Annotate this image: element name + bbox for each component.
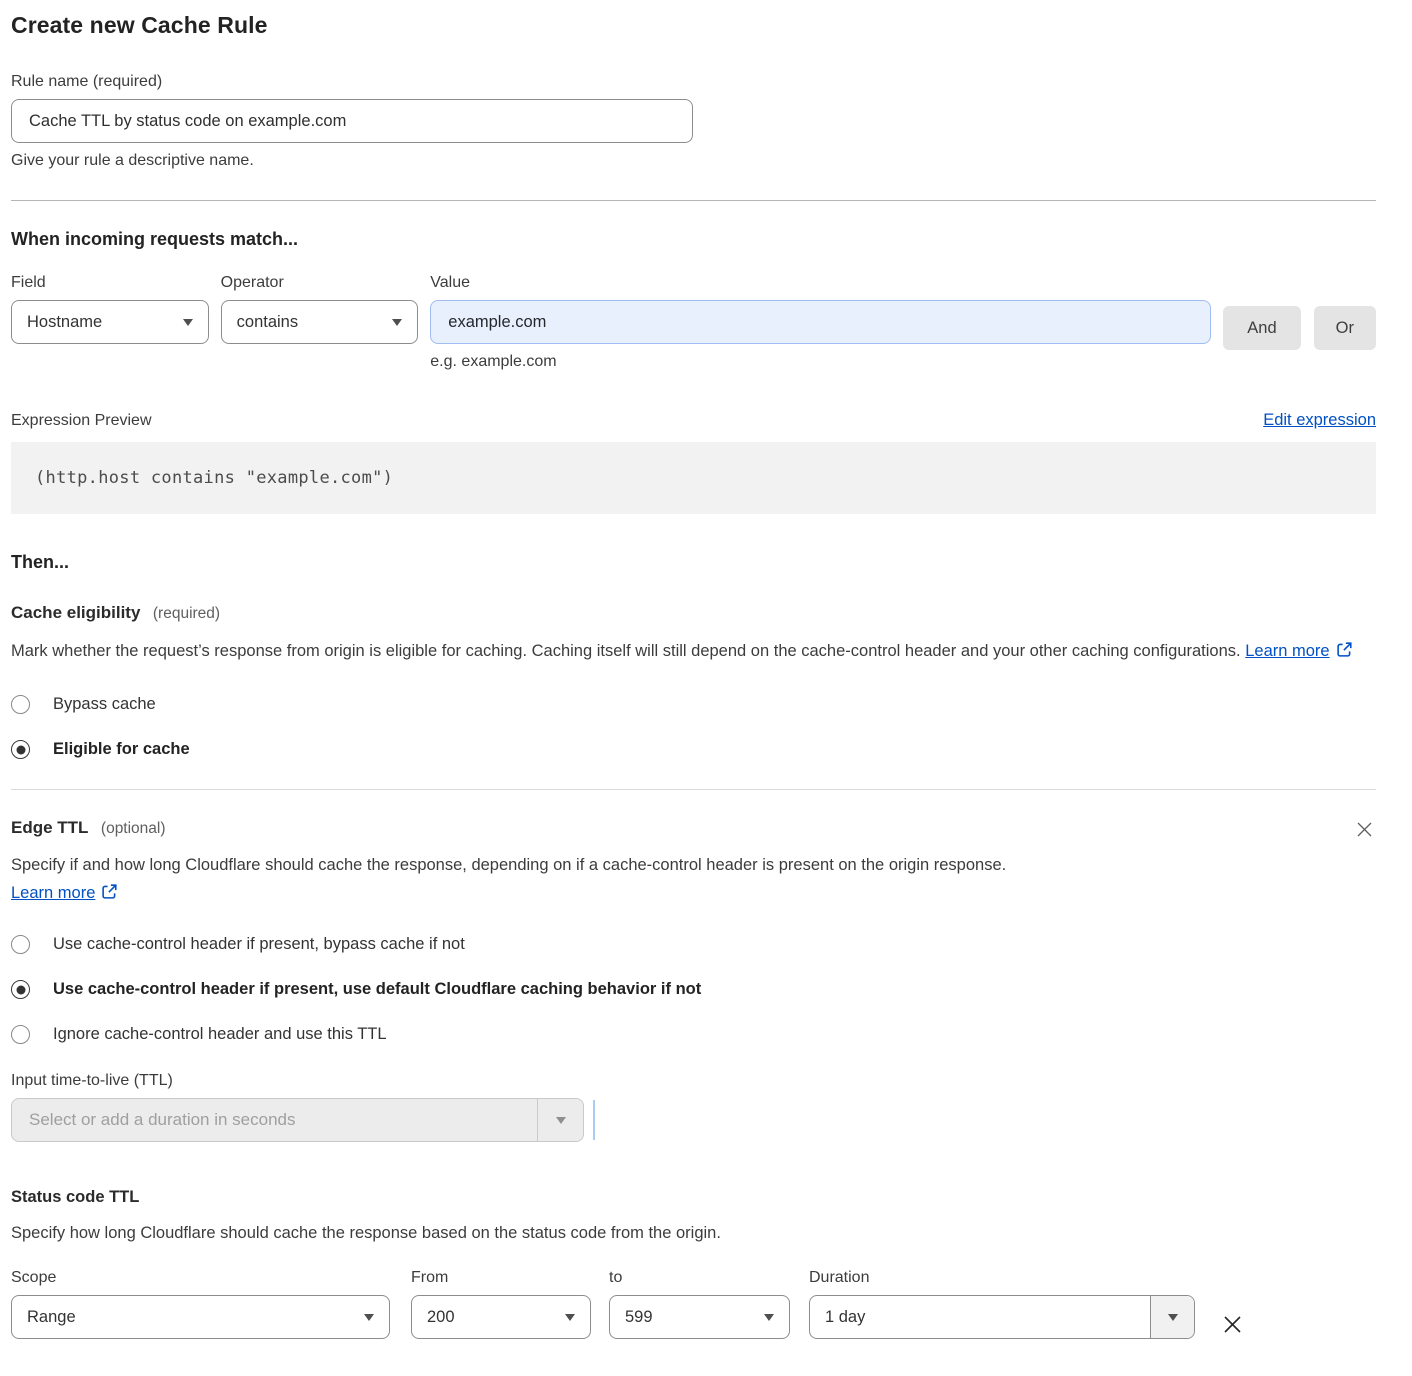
rule-name-helper: Give your rule a descriptive name. [11, 152, 1376, 170]
radio-option-eligible-for-cache[interactable]: Eligible for cache [11, 740, 1376, 759]
ttl-duration-select[interactable]: Select or add a duration in seconds [11, 1098, 584, 1142]
chevron-down-icon [565, 1314, 575, 1321]
radio-icon[interactable] [11, 935, 30, 954]
or-button[interactable]: Or [1314, 306, 1376, 350]
radio-option-use-header-default[interactable]: Use cache-control header if present, use… [11, 980, 1376, 999]
text-cursor [593, 1100, 595, 1140]
chevron-down-icon [764, 1314, 774, 1321]
close-edge-ttl-button[interactable] [1353, 818, 1376, 841]
close-icon [1221, 1313, 1244, 1336]
expression-preview-label: Expression Preview [11, 412, 152, 430]
from-select[interactable]: 200 [411, 1295, 591, 1339]
field-select[interactable]: Hostname [11, 300, 209, 344]
radio-selected-icon[interactable] [11, 740, 30, 759]
chevron-down-icon[interactable] [537, 1099, 583, 1141]
radio-option-ignore-header[interactable]: Ignore cache-control header and use this… [11, 1025, 1376, 1044]
radio-option-use-header-bypass[interactable]: Use cache-control header if present, byp… [11, 935, 1376, 954]
operator-select-value: contains [237, 313, 298, 332]
status-code-ttl-description: Specify how long Cloudflare should cache… [11, 1224, 721, 1242]
section-divider [11, 789, 1376, 790]
scope-label: Scope [11, 1269, 390, 1287]
page-title: Create new Cache Rule [11, 12, 1376, 39]
optional-badge: (optional) [101, 820, 166, 837]
from-label: From [411, 1269, 591, 1287]
operator-label: Operator [221, 274, 419, 292]
radio-icon[interactable] [11, 1025, 30, 1044]
chevron-down-icon [364, 1314, 374, 1321]
duration-label: Duration [809, 1269, 1195, 1287]
to-select-value: 599 [625, 1308, 653, 1327]
ttl-select-placeholder: Select or add a duration in seconds [12, 1099, 537, 1141]
radio-option-bypass-cache[interactable]: Bypass cache [11, 695, 1376, 714]
to-select[interactable]: 599 [609, 1295, 790, 1339]
value-label: Value [430, 274, 1211, 292]
status-code-ttl-heading: Status code TTL [11, 1188, 1376, 1207]
radio-selected-icon[interactable] [11, 980, 30, 999]
duration-select-value: 1 day [810, 1296, 1150, 1338]
match-heading: When incoming requests match... [11, 229, 1376, 250]
then-heading: Then... [11, 552, 1376, 573]
value-helper: e.g. example.com [430, 353, 1211, 371]
cache-eligibility-heading: Cache eligibility [11, 603, 140, 622]
field-label: Field [11, 274, 209, 292]
rule-name-input[interactable] [11, 99, 693, 143]
expression-preview-code: (http.host contains "example.com") [11, 442, 1376, 514]
remove-status-code-rule-button[interactable] [1219, 1311, 1246, 1338]
chevron-down-icon[interactable] [1150, 1296, 1194, 1338]
edge-ttl-description: Specify if and how long Cloudflare shoul… [11, 856, 1006, 874]
operator-select[interactable]: contains [221, 300, 419, 344]
edit-expression-link[interactable]: Edit expression [1263, 411, 1376, 430]
value-input[interactable] [430, 300, 1211, 344]
radio-icon[interactable] [11, 695, 30, 714]
external-link-icon [1336, 641, 1353, 658]
from-select-value: 200 [427, 1308, 455, 1327]
close-icon [1355, 820, 1374, 839]
required-badge: (required) [153, 605, 220, 622]
section-divider [11, 200, 1376, 201]
cache-eligibility-description: Mark whether the request’s response from… [11, 642, 1241, 660]
scope-select-value: Range [27, 1308, 76, 1327]
learn-more-link[interactable]: Learn more [1245, 642, 1329, 660]
field-select-value: Hostname [27, 313, 102, 332]
to-label: to [609, 1269, 790, 1287]
chevron-down-icon [392, 319, 402, 326]
rule-name-label: Rule name (required) [11, 73, 1376, 91]
chevron-down-icon [183, 319, 193, 326]
duration-select[interactable]: 1 day [809, 1295, 1195, 1339]
and-button[interactable]: And [1223, 306, 1300, 350]
external-link-icon [101, 883, 118, 900]
learn-more-link[interactable]: Learn more [11, 884, 95, 902]
edge-ttl-heading: Edge TTL [11, 818, 88, 837]
ttl-input-label: Input time-to-live (TTL) [11, 1072, 1376, 1090]
scope-select[interactable]: Range [11, 1295, 390, 1339]
create-cache-rule-form: Create new Cache Rule Rule name (require… [11, 0, 1376, 1339]
